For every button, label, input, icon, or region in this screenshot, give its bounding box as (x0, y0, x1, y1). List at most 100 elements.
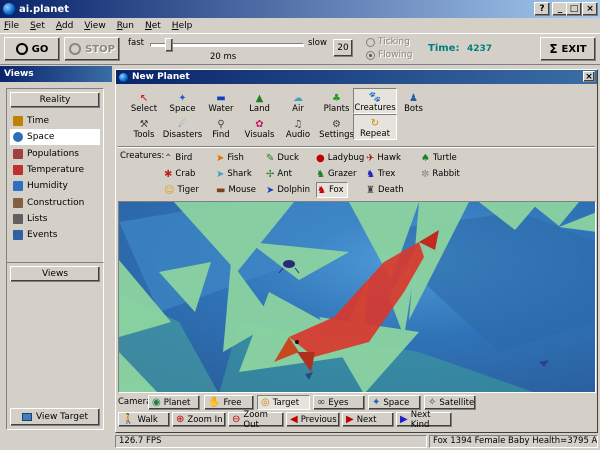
camera-mode-bar: ◉ Planet ✋ Free ◎ Target ∞ Eyes ✦ Space ✧ Satellite (116, 394, 597, 411)
menu-file[interactable]: File (4, 21, 19, 31)
creature-turtle[interactable]: ♠ Turtle (421, 150, 457, 166)
camera-mode-eyes[interactable]: ∞ Eyes (313, 395, 365, 410)
mode-flowing-radio[interactable]: Flowing (366, 50, 412, 60)
speed-slider[interactable] (150, 38, 304, 52)
creature-fish[interactable]: ➤ Fish (216, 150, 244, 166)
target-camera-icon: ◎ (261, 397, 270, 408)
rabbit-icon: ✼ (421, 168, 430, 180)
views-header[interactable]: Views (10, 266, 100, 282)
menu-add[interactable]: Add (56, 21, 73, 31)
mouse-icon: ▬ (216, 184, 226, 196)
camera-action-next[interactable]: ▶ Next (342, 412, 394, 427)
creature-death[interactable]: ♜ Death (366, 182, 404, 198)
list-icon (13, 213, 23, 224)
creature-tiger[interactable]: ☺ Tiger (164, 182, 199, 198)
tool-water[interactable]: ▬ Water (199, 88, 243, 114)
tool-audio[interactable]: ♫ Audio (276, 114, 320, 140)
tool-plants[interactable]: ♣ Plants (315, 88, 359, 114)
view-item-time[interactable]: Time (10, 113, 100, 129)
creature-shark[interactable]: ➤ Shark (216, 166, 252, 182)
chart-icon (13, 148, 23, 159)
creature-mouse[interactable]: ▬ Mouse (216, 182, 256, 198)
death-icon: ♜ (366, 184, 375, 196)
plants-icon: ♣ (332, 93, 341, 104)
tiger-icon: ☺ (164, 184, 175, 196)
find-icon: ⚲ (217, 119, 225, 130)
view-item-events[interactable]: Events (10, 227, 100, 243)
camera-mode-target[interactable]: ◎ Target (257, 395, 310, 410)
close-button[interactable]: × (582, 2, 598, 16)
camera-action-walk[interactable]: 🚶 Walk (118, 412, 170, 427)
speed-box[interactable]: 20 (333, 39, 353, 57)
creature-ladybug[interactable]: ● Ladybug (316, 150, 364, 166)
camera-mode-free[interactable]: ✋ Free (204, 395, 254, 410)
previous-icon: ◀ (290, 414, 298, 425)
maximize-button[interactable]: □ (566, 2, 582, 16)
tool-creatures[interactable]: 🐾 Creatures (353, 88, 397, 114)
view-item-temperature[interactable]: Temperature (10, 162, 100, 178)
view-target-button[interactable]: View Target (10, 408, 100, 426)
tool-tools[interactable]: ⚒ Tools (122, 114, 166, 140)
thermometer-icon (13, 164, 23, 175)
creature-dolphin[interactable]: ➤ Dolphin (266, 182, 310, 198)
hammer-icon (13, 197, 23, 208)
tool-settings[interactable]: ⚙ Settings (315, 114, 359, 140)
speed-slider-thumb[interactable] (165, 38, 173, 52)
creature-ant[interactable]: ✢ Ant (266, 166, 292, 182)
camera-action-zoom-in[interactable]: ⊕ Zoom In (172, 412, 226, 427)
tool-disasters[interactable]: ☄ Disasters (161, 114, 205, 140)
mode-ticking-radio[interactable]: Ticking (366, 37, 410, 47)
tool-visuals[interactable]: ✿ Visuals (238, 114, 282, 140)
tool-select[interactable]: ↖ Select (122, 88, 166, 114)
stop-icon (69, 43, 82, 55)
exit-button[interactable]: Σ EXIT (540, 37, 596, 61)
planet-3d-view[interactable] (118, 201, 596, 393)
camera-mode-satellite[interactable]: ✧ Satellite (424, 395, 476, 410)
tool-space[interactable]: ✦ Space (161, 88, 205, 114)
view-item-humidity[interactable]: Humidity (10, 178, 100, 194)
ant-icon: ✢ (266, 168, 275, 180)
time-value: 4237 (467, 44, 493, 54)
time-label: Time: (428, 43, 460, 54)
planet-icon (119, 72, 128, 82)
go-button[interactable]: GO (4, 37, 60, 61)
tool-find[interactable]: ⚲ Find (199, 114, 243, 140)
creature-fox[interactable]: ♞ Fox (316, 182, 348, 198)
audio-icon: ♫ (293, 119, 303, 130)
menu-view[interactable]: View (84, 21, 105, 31)
drop-icon (13, 181, 23, 192)
reality-header[interactable]: Reality (10, 92, 100, 108)
tool-bots[interactable]: ♟ Bots (392, 88, 436, 114)
creature-crab[interactable]: ✱ Crab (164, 166, 195, 182)
creature-rabbit[interactable]: ✼ Rabbit (421, 166, 460, 182)
view-item-lists[interactable]: Lists (10, 211, 100, 227)
camera-mode-space[interactable]: ✦ Space (368, 395, 421, 410)
creature-grazer[interactable]: ♞ Grazer (316, 166, 356, 182)
view-item-construction[interactable]: Construction (10, 195, 100, 211)
camera-action-previous[interactable]: ◀ Previous (286, 412, 340, 427)
camera-action-zoom-out[interactable]: ⊖ Zoom Out (228, 410, 284, 430)
speed-fast-label: fast (128, 38, 144, 48)
tool-land[interactable]: ▲ Land (238, 88, 282, 114)
repeat-icon: ↻ (370, 118, 380, 129)
stop-button[interactable]: STOP (64, 37, 120, 61)
title-bar: ai.planet ? _ □ × (0, 0, 600, 18)
menu-run[interactable]: Run (117, 21, 134, 31)
menu-net[interactable]: Net (145, 21, 161, 31)
camera-action-next-kind[interactable]: ▶ Next Kind (396, 410, 452, 430)
camera-mode-planet[interactable]: ◉ Planet (148, 395, 200, 410)
menu-help[interactable]: Help (172, 21, 193, 31)
creature-duck[interactable]: ✎ Duck (266, 150, 299, 166)
help-button[interactable]: ? (534, 2, 550, 16)
view-item-space[interactable]: Space (10, 129, 100, 146)
tool-repeat[interactable]: ↻ Repeat (353, 114, 397, 140)
menu-set[interactable]: Set (30, 21, 45, 31)
planet-close-button[interactable]: × (583, 71, 595, 82)
settings-icon: ⚙ (332, 119, 341, 130)
tool-air[interactable]: ☁ Air (276, 88, 320, 114)
creature-hawk[interactable]: ✈ Hawk (366, 150, 401, 166)
hourglass-icon (13, 116, 23, 126)
view-item-populations[interactable]: Populations (10, 146, 100, 162)
creature-trex[interactable]: ♞ Trex (366, 166, 395, 182)
creature-bird[interactable]: ⌃ Bird (164, 150, 192, 166)
